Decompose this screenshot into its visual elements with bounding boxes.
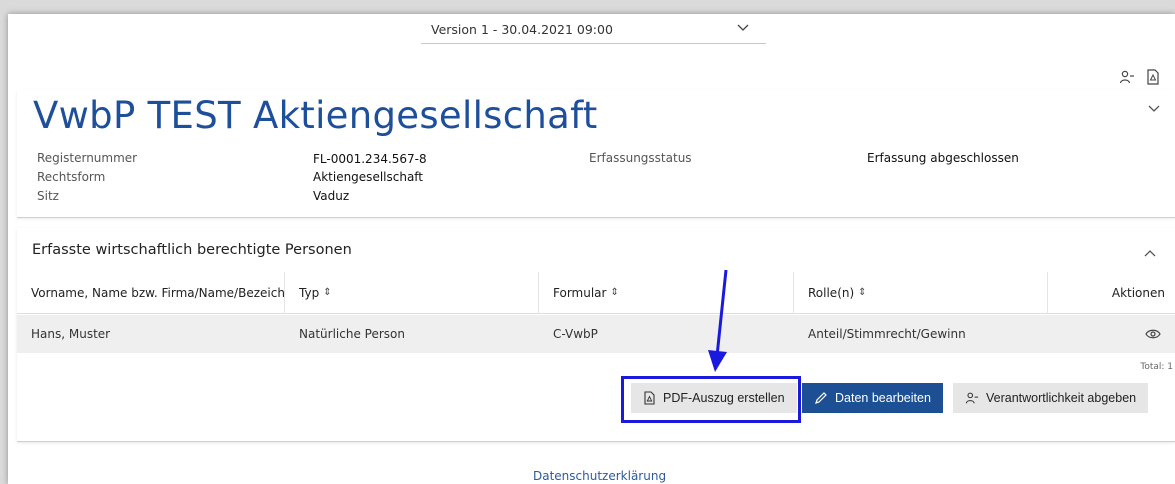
column-header-rollen[interactable]: Rolle(n) ⇕ [794, 271, 1048, 314]
rechtsform-value: Aktiengesellschaft [313, 170, 424, 184]
version-select-value: Version 1 - 30.04.2021 09:00 [431, 21, 613, 37]
sitz-label: Sitz [37, 189, 59, 203]
sort-icon: ⇕ [323, 287, 332, 298]
column-header-formular[interactable]: Formular ⇕ [539, 271, 794, 314]
company-title: VwbP TEST Aktiengesellschaft [33, 94, 598, 137]
privacy-policy-link[interactable]: Datenschutzerklärung [533, 469, 666, 483]
persons-card: Erfasste wirtschaftlich berechtigte Pers… [17, 228, 1175, 442]
table-header: Vorname, Name bzw. Firma/Name/Bezeichnun… [17, 271, 1175, 314]
person-minus-icon[interactable] [1119, 69, 1135, 85]
handover-responsibility-button[interactable]: Verantwortlichkeit abgeben [953, 383, 1149, 413]
table-total: Total: 1 [1140, 362, 1173, 372]
edit-data-button[interactable]: Daten bearbeiten [802, 383, 943, 413]
cell-actions [1048, 328, 1175, 340]
pencil-icon [815, 392, 827, 404]
status-value: Erfassung abgeschlossen [867, 151, 1019, 165]
chevron-up-icon[interactable] [1143, 246, 1157, 260]
annotation-highlight-box [621, 376, 801, 423]
cell-formular: C-VwbP [553, 327, 598, 341]
column-header-aktionen: Aktionen [1111, 285, 1165, 300]
cell-rollen: Anteil/Stimmrecht/Gewinn [808, 327, 966, 341]
sitz-value: Vaduz [313, 189, 350, 203]
cell-name: Hans, Muster [31, 327, 111, 341]
version-select[interactable]: Version 1 - 30.04.2021 09:00 [421, 15, 766, 44]
chevron-down-icon[interactable] [1147, 102, 1161, 116]
top-toolbar [1119, 69, 1161, 85]
edit-data-label: Daten bearbeiten [835, 391, 931, 405]
registernummer-value: FL-0001.234.567-8 [313, 152, 427, 166]
annotation-arrow [708, 269, 728, 372]
cell-typ: Natürliche Person [299, 327, 405, 341]
company-card: VwbP TEST Aktiengesellschaft Registernum… [17, 90, 1175, 218]
persons-section-title: Erfasste wirtschaftlich berechtigte Pers… [32, 242, 352, 258]
table-row[interactable]: Hans, Muster Natürliche Person C-VwbP An… [17, 315, 1175, 353]
status-label: Erfassungsstatus [589, 151, 692, 165]
sort-icon: ⇕ [610, 287, 619, 298]
pdf-file-icon[interactable] [1145, 69, 1161, 85]
eye-icon[interactable] [1145, 328, 1161, 340]
person-minus-icon [965, 392, 979, 404]
sort-icon: ⇕ [858, 287, 867, 298]
chevron-down-icon [737, 24, 749, 31]
rechtsform-label: Rechtsform [37, 170, 106, 184]
column-header-typ[interactable]: Typ ⇕ [285, 271, 539, 314]
column-header-name[interactable]: Vorname, Name bzw. Firma/Name/Bezeichnun… [17, 271, 285, 314]
registernummer-label: Registernummer [37, 151, 138, 165]
handover-responsibility-label: Verantwortlichkeit abgeben [986, 391, 1137, 405]
